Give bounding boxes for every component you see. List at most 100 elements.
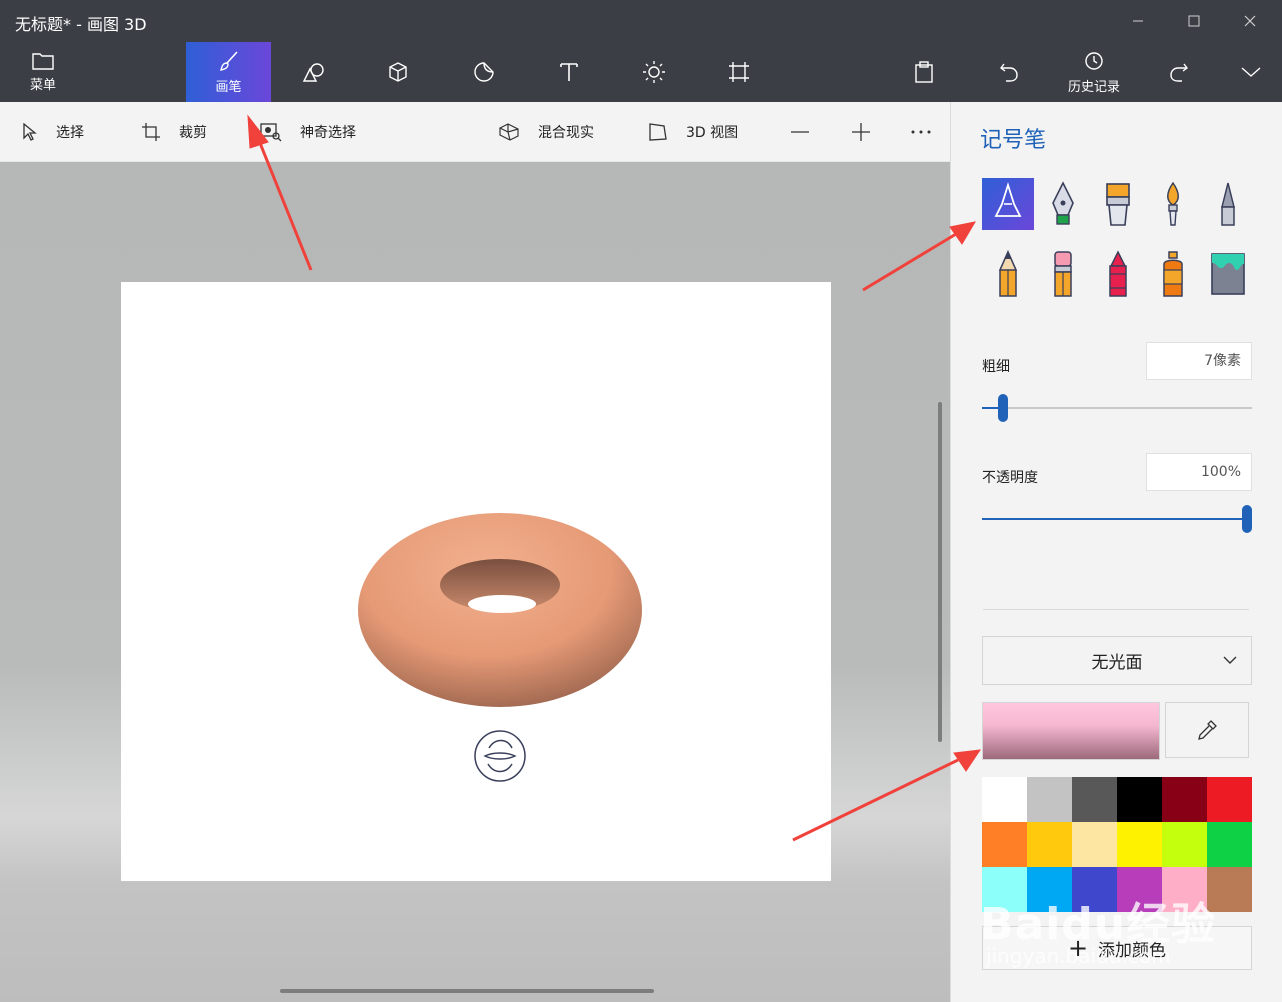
vertical-scrollbar[interactable] <box>938 402 942 742</box>
donut-3d-object[interactable] <box>121 282 831 881</box>
undo-button[interactable] <box>983 42 1035 102</box>
secondary-toolbar: 选择 裁剪 神奇选择 混合现实 3D 视图 <box>0 102 950 162</box>
chevron-down-icon <box>1223 656 1237 664</box>
palette-swatch[interactable] <box>1117 777 1162 822</box>
more-options-button[interactable] <box>910 102 950 162</box>
minimize-button[interactable] <box>1110 0 1166 42</box>
magic-select-label: 神奇选择 <box>300 125 356 141</box>
palette-swatch[interactable] <box>1117 822 1162 867</box>
3d-shapes-tab[interactable] <box>372 42 424 102</box>
opacity-slider-thumb[interactable] <box>1242 505 1252 533</box>
drawing-canvas[interactable] <box>121 282 831 881</box>
palette-swatch[interactable] <box>1027 777 1072 822</box>
opacity-slider[interactable] <box>982 505 1252 533</box>
marker-icon <box>994 182 1022 217</box>
finish-label: 无光面 <box>1091 653 1143 673</box>
eyedropper-button[interactable] <box>1165 702 1249 758</box>
spray-can-icon <box>1163 251 1183 297</box>
thickness-slider[interactable] <box>982 394 1252 422</box>
history-button[interactable]: 历史记录 <box>1058 42 1130 102</box>
palette-swatch[interactable] <box>982 777 1027 822</box>
palette-swatch[interactable] <box>1162 867 1207 912</box>
paste-button[interactable] <box>898 42 950 102</box>
marker-tool[interactable] <box>982 178 1034 230</box>
clipboard-icon <box>915 61 933 83</box>
color-palette <box>982 777 1252 912</box>
palette-swatch[interactable] <box>1207 867 1252 912</box>
ellipsis-icon <box>911 130 931 134</box>
palette-swatch[interactable] <box>1072 777 1117 822</box>
expand-button[interactable] <box>1225 42 1277 102</box>
2d-shapes-tab[interactable] <box>288 42 340 102</box>
mixed-reality-icon <box>499 123 519 141</box>
mixed-reality-label: 混合现实 <box>538 125 594 141</box>
spray-can-tool[interactable] <box>1147 248 1199 300</box>
panel-title: 记号笔 <box>980 128 1047 153</box>
pencil-tool[interactable] <box>982 248 1034 300</box>
panel-divider <box>983 609 1249 610</box>
fill-bucket-tool[interactable] <box>1202 248 1254 300</box>
close-icon <box>1244 15 1256 27</box>
rotate-handle[interactable] <box>474 730 526 782</box>
plus-icon <box>852 123 870 141</box>
zoom-in-button[interactable] <box>851 102 889 162</box>
sun-icon <box>643 61 665 83</box>
paint-bucket-icon <box>1211 253 1245 295</box>
effects-tab[interactable] <box>628 42 680 102</box>
palette-swatch[interactable] <box>1027 822 1072 867</box>
thickness-slider-thumb[interactable] <box>998 394 1008 422</box>
menu-button[interactable]: 菜单 <box>14 42 72 102</box>
close-button[interactable] <box>1222 0 1278 42</box>
select-button[interactable]: 选择 <box>22 102 84 162</box>
palette-swatch[interactable] <box>1027 867 1072 912</box>
redo-icon <box>1170 63 1188 82</box>
crayon-tool[interactable] <box>1092 248 1144 300</box>
current-color-swatch[interactable] <box>982 702 1160 760</box>
brush-panel: 记号笔 粗细 7像素 不透明度 100% 无光面 + 添加颜色 <box>950 102 1282 1002</box>
zoom-out-button[interactable] <box>790 102 828 162</box>
pixel-pen-icon <box>1221 182 1235 226</box>
palette-swatch[interactable] <box>1162 822 1207 867</box>
pixel-pen-tool[interactable] <box>1202 178 1254 230</box>
crop-icon <box>142 123 160 141</box>
canvas-workspace[interactable] <box>0 162 950 1002</box>
canvas-tab[interactable] <box>713 42 765 102</box>
mixed-reality-button[interactable]: 混合现实 <box>498 102 594 162</box>
thickness-input[interactable]: 7像素 <box>1146 342 1252 380</box>
palette-swatch[interactable] <box>1072 867 1117 912</box>
magic-select-button[interactable]: 神奇选择 <box>260 102 356 162</box>
watercolor-tool[interactable] <box>1147 178 1199 230</box>
palette-swatch[interactable] <box>982 822 1027 867</box>
calligraphy-pen-icon <box>1052 181 1074 225</box>
palette-swatch[interactable] <box>982 867 1027 912</box>
palette-swatch[interactable] <box>1072 822 1117 867</box>
text-tab[interactable] <box>543 42 595 102</box>
magic-select-icon <box>260 123 282 142</box>
horizontal-scrollbar[interactable] <box>280 989 654 993</box>
oil-brush-tool[interactable] <box>1092 178 1144 230</box>
stickers-tab[interactable] <box>458 42 510 102</box>
add-color-button[interactable]: + 添加颜色 <box>982 926 1252 970</box>
crop-button[interactable]: 裁剪 <box>141 102 207 162</box>
palette-swatch[interactable] <box>1117 867 1162 912</box>
main-toolbar: 菜单 画笔 历史记录 <box>0 42 1282 102</box>
finish-dropdown[interactable]: 无光面 <box>982 636 1252 685</box>
brushes-tab[interactable]: 画笔 <box>186 42 271 102</box>
opacity-input[interactable]: 100% <box>1146 453 1252 491</box>
view3d-button[interactable]: 3D 视图 <box>648 102 738 162</box>
palette-swatch[interactable] <box>1207 822 1252 867</box>
3d-view-icon <box>649 123 667 141</box>
maximize-button[interactable] <box>1166 0 1222 42</box>
pencil-icon <box>998 250 1018 297</box>
redo-button[interactable] <box>1153 42 1205 102</box>
palette-swatch[interactable] <box>1207 777 1252 822</box>
sticker-icon <box>474 62 494 82</box>
eraser-tool[interactable] <box>1037 248 1089 300</box>
add-color-label: 添加颜色 <box>1098 940 1167 961</box>
minus-icon <box>791 131 809 133</box>
undo-icon <box>1000 63 1018 82</box>
plus-icon: + <box>1067 934 1089 962</box>
title-bar: 无标题* - 画图 3D <box>0 0 1282 42</box>
calligraphy-pen-tool[interactable] <box>1037 178 1089 230</box>
palette-swatch[interactable] <box>1162 777 1207 822</box>
